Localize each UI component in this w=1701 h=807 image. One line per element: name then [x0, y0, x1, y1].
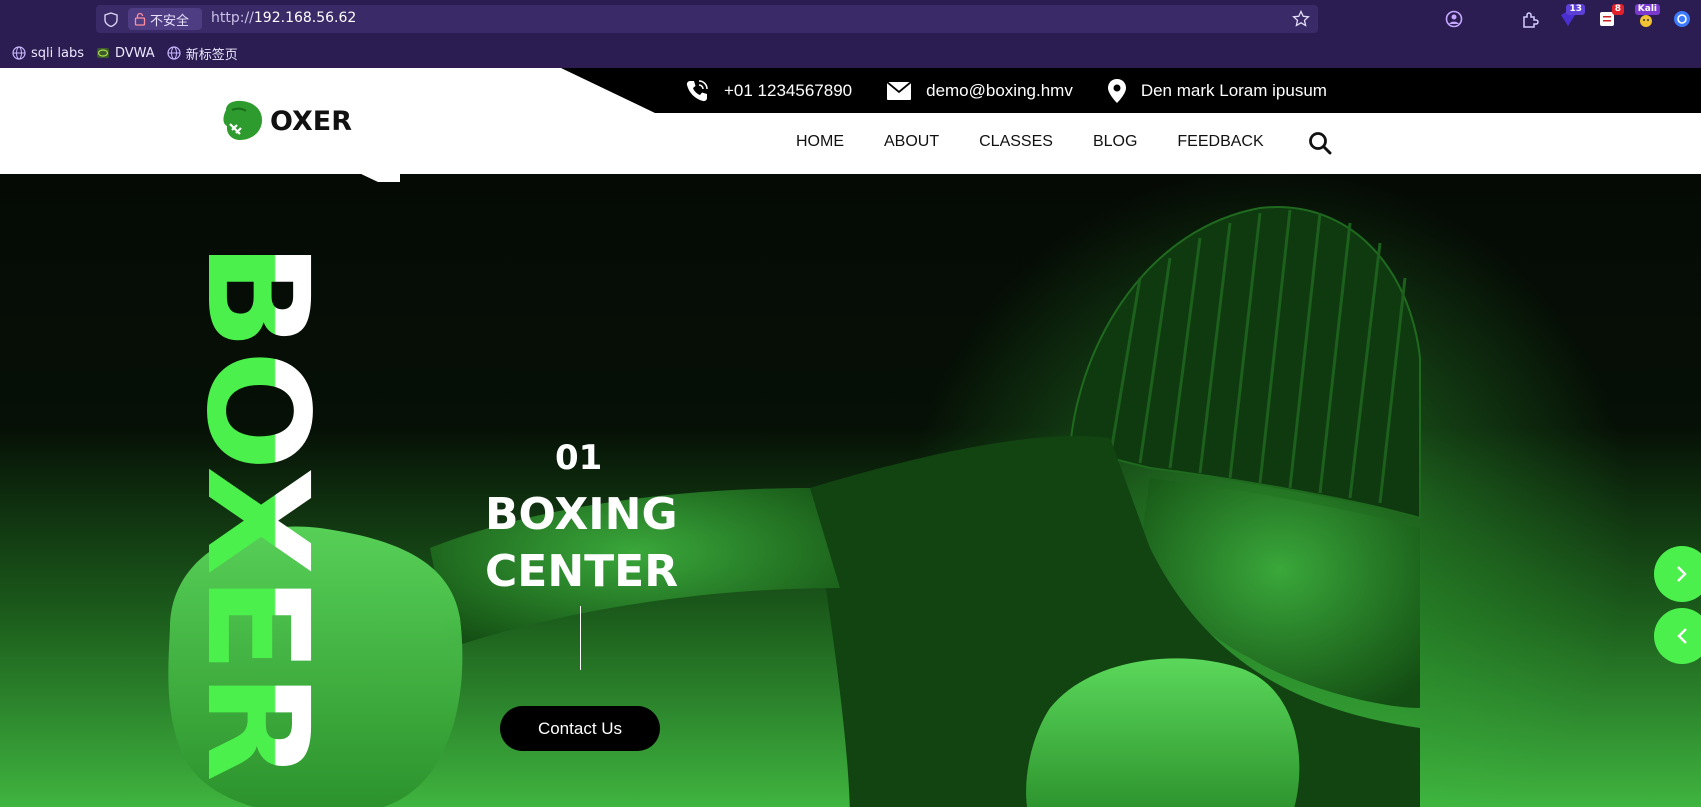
- browser-toolbar: 不安全 http://192.168.56.62 13 8 Kali: [0, 0, 1701, 38]
- browser-extension-icon[interactable]: [1672, 9, 1692, 29]
- url-scheme: http://: [211, 10, 254, 26]
- contact-phone[interactable]: +01 1234567890: [684, 78, 852, 104]
- extension-kali[interactable]: Kali: [1634, 4, 1660, 29]
- bookmark-new-tab[interactable]: 新标签页: [167, 44, 238, 63]
- envelope-icon: [886, 81, 912, 100]
- next-slide-button[interactable]: [1654, 546, 1701, 602]
- boxer-photo: [168, 206, 1421, 807]
- globe-icon: [12, 46, 26, 60]
- contact-address[interactable]: Den mark Loram ipusum: [1107, 78, 1327, 104]
- main-nav: HOME ABOUT CLASSES BLOG FEEDBACK: [796, 133, 1264, 151]
- site-logo[interactable]: OXER: [220, 98, 352, 144]
- bookmark-label: sqli labs: [31, 45, 84, 61]
- bookmark-star-icon[interactable]: [1292, 10, 1310, 28]
- phone-number: +01 1234567890: [724, 81, 853, 100]
- badge-label: Kali: [1634, 4, 1660, 15]
- badge-count: 8: [1611, 4, 1624, 15]
- shield-icon[interactable]: [104, 12, 118, 27]
- slide-number: 01: [555, 438, 603, 478]
- header-diagonal-edge: [0, 164, 400, 188]
- nav-home[interactable]: HOME: [796, 133, 844, 151]
- logo-text: OXER: [270, 105, 353, 137]
- vertical-word-text: BOXER: [192, 242, 332, 782]
- phone-icon: [686, 80, 708, 102]
- bookmark-label: DVWA: [114, 45, 155, 61]
- hero-title-line1: BOXING: [485, 489, 678, 540]
- globe-icon: [167, 46, 181, 60]
- lock-broken-icon: [134, 12, 146, 26]
- contact-info: +01 1234567890 demo@boxing.hmv Den mark …: [684, 78, 1361, 104]
- hero-title-line2: CENTER: [485, 546, 679, 597]
- website-viewport: +01 1234567890 demo@boxing.hmv Den mark …: [0, 68, 1701, 807]
- nav-classes[interactable]: CLASSES: [979, 133, 1053, 151]
- url-text[interactable]: http://192.168.56.62: [211, 10, 356, 26]
- nav-feedback[interactable]: FEEDBACK: [1177, 133, 1263, 151]
- nav-about[interactable]: ABOUT: [884, 133, 939, 151]
- email-address: demo@boxing.hmv: [926, 81, 1073, 100]
- bookmarks-bar: sqli labs DVWA 新标签页: [0, 38, 1701, 68]
- contact-email[interactable]: demo@boxing.hmv: [886, 81, 1073, 101]
- insecure-indicator[interactable]: 不安全: [128, 8, 202, 30]
- bookmark-dvwa[interactable]: DVWA: [96, 46, 155, 61]
- hero-title: BOXING CENTER: [485, 486, 678, 600]
- dvwa-icon: [96, 48, 109, 58]
- address-bar[interactable]: 不安全 http://192.168.56.62: [96, 5, 1318, 33]
- extensions-icon[interactable]: [1520, 9, 1540, 29]
- badge-count: 13: [1566, 4, 1585, 15]
- prev-slide-button[interactable]: [1654, 608, 1701, 664]
- search-icon[interactable]: [1308, 131, 1332, 155]
- location-pin-icon: [1107, 79, 1126, 103]
- address-text: Den mark Loram ipusum: [1140, 81, 1327, 100]
- contact-us-button[interactable]: Contact Us: [500, 706, 660, 751]
- insecure-label: 不安全: [150, 13, 190, 29]
- bookmark-sqli-labs[interactable]: sqli labs: [12, 46, 84, 61]
- nav-blog[interactable]: BLOG: [1093, 133, 1137, 151]
- hero-divider-line: [580, 606, 581, 670]
- account-icon[interactable]: [1444, 9, 1464, 29]
- chevron-left-icon: [1677, 628, 1687, 644]
- hero-vertical-word: BOXER: [192, 242, 332, 782]
- extension-badge-8[interactable]: 8: [1597, 4, 1624, 29]
- boxing-glove-logo-icon: [223, 100, 262, 140]
- bookmark-label: 新标签页: [185, 47, 238, 63]
- chevron-right-icon: [1677, 566, 1687, 582]
- extension-badge-13[interactable]: 13: [1558, 4, 1585, 29]
- url-host: 192.168.56.62: [253, 10, 357, 26]
